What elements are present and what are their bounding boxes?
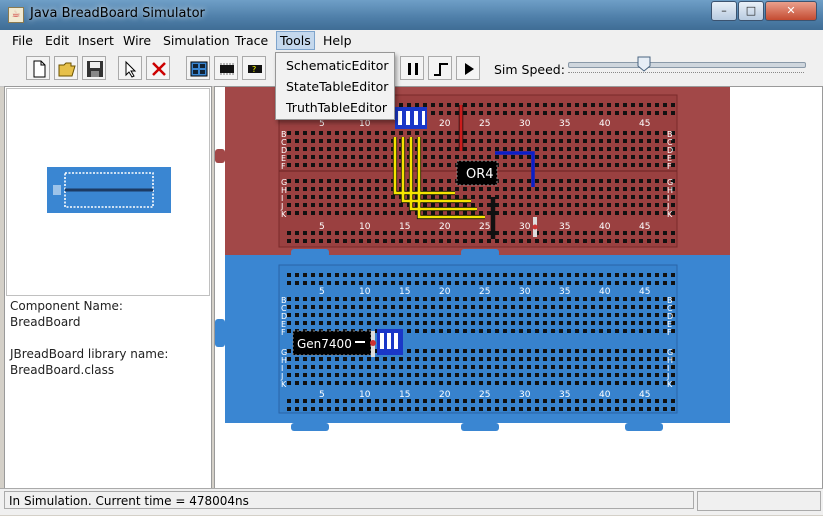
row-letter: F: [281, 328, 286, 337]
play-icon[interactable]: [456, 56, 480, 80]
column-number: 15: [399, 222, 410, 232]
save-icon[interactable]: [82, 56, 106, 80]
column-number: 30: [519, 287, 531, 297]
column-number: 35: [559, 287, 570, 297]
column-number: 10: [359, 119, 371, 129]
menu-file[interactable]: File: [9, 33, 36, 48]
sim-speed-slider[interactable]: [568, 62, 806, 68]
column-number: 40: [599, 287, 611, 297]
column-number: 40: [599, 119, 611, 129]
column-number: 45: [639, 287, 650, 297]
title-bar: ☕ Java BreadBoard Simulator – □ ✕: [0, 0, 823, 30]
column-number: 25: [479, 222, 490, 232]
column-number: 10: [359, 222, 371, 232]
java-app-icon: ☕: [8, 7, 24, 23]
column-number: 20: [439, 119, 451, 129]
sim-speed-slider-thumb[interactable]: [637, 56, 651, 72]
column-number: 45: [639, 390, 650, 400]
menu-bar: File Edit Insert Wire Simulation Trace T…: [0, 30, 823, 52]
column-number: 20: [439, 222, 451, 232]
menu-simulation[interactable]: Simulation: [160, 33, 233, 48]
tools-menu-dropdown: SchematicEditor StateTableEditor TruthTa…: [275, 52, 395, 120]
chip-help-icon[interactable]: ?: [242, 56, 266, 80]
select-arrow-icon[interactable]: [118, 56, 142, 80]
column-number: 35: [559, 222, 570, 232]
row-letter: F: [281, 162, 286, 171]
column-number: 5: [319, 222, 325, 232]
component-name-label: Component Name:: [10, 299, 123, 313]
menu-edit[interactable]: Edit: [42, 33, 72, 48]
new-file-icon[interactable]: [26, 56, 50, 80]
row-letter: K: [281, 380, 287, 389]
gen7400-chip-label: Gen7400: [297, 337, 352, 351]
menu-tools[interactable]: Tools: [276, 31, 315, 50]
row-letter: K: [667, 210, 673, 219]
column-number: 15: [399, 390, 410, 400]
column-number: 25: [479, 390, 490, 400]
column-number: 45: [639, 222, 650, 232]
maximize-button[interactable]: □: [738, 1, 764, 21]
delete-icon[interactable]: [146, 56, 170, 80]
step-icon[interactable]: [428, 56, 452, 80]
column-number: 5: [319, 119, 325, 129]
breadboard-canvas[interactable]: 5510101515202025253030353540404545BBCCDD…: [214, 86, 823, 490]
column-number: 5: [319, 287, 325, 297]
or4-chip-label: OR4: [466, 167, 494, 182]
dip-switch-upper[interactable]: [395, 107, 427, 129]
component-name-value: BreadBoard: [10, 315, 81, 329]
status-extra-panel: [697, 491, 821, 511]
column-number: 40: [599, 222, 611, 232]
column-number: 15: [399, 287, 410, 297]
column-number: 20: [439, 390, 451, 400]
column-number: 5: [319, 390, 325, 400]
breadboard-preview: [6, 88, 210, 296]
menu-item-state-table-editor[interactable]: StateTableEditor: [286, 79, 388, 94]
pause-icon[interactable]: [400, 56, 424, 80]
menu-item-schematic-editor[interactable]: SchematicEditor: [286, 58, 389, 73]
column-number: 30: [519, 390, 531, 400]
close-button[interactable]: ✕: [765, 1, 817, 21]
column-number: 30: [519, 222, 531, 232]
breadboard-icon[interactable]: [186, 56, 210, 80]
row-letter: K: [667, 380, 673, 389]
column-number: 30: [519, 119, 531, 129]
menu-wire[interactable]: Wire: [120, 33, 154, 48]
row-letter: K: [281, 210, 287, 219]
status-text: In Simulation. Current time = 478004ns: [4, 491, 694, 509]
menu-insert[interactable]: Insert: [75, 33, 117, 48]
column-number: 25: [479, 287, 490, 297]
menu-item-truth-table-editor[interactable]: TruthTableEditor: [286, 100, 387, 115]
column-number: 45: [639, 119, 650, 129]
library-name-label: JBreadBoard library name:: [10, 347, 169, 361]
column-number: 35: [559, 390, 570, 400]
menu-trace[interactable]: Trace: [232, 33, 271, 48]
dip-switch-lower[interactable]: [377, 329, 403, 355]
menu-help[interactable]: Help: [320, 33, 355, 48]
open-folder-icon[interactable]: [54, 56, 78, 80]
column-number: 40: [599, 390, 611, 400]
column-number: 20: [439, 287, 451, 297]
row-letter: F: [667, 162, 672, 171]
minimize-button[interactable]: –: [711, 1, 737, 21]
status-bar: In Simulation. Current time = 478004ns: [0, 488, 823, 515]
sim-speed-label: Sim Speed:: [494, 62, 565, 77]
chip-icon[interactable]: [214, 56, 238, 80]
library-name-value: BreadBoard.class: [10, 363, 115, 377]
svg-text:?: ?: [252, 65, 256, 74]
column-number: 10: [359, 287, 371, 297]
column-number: 10: [359, 390, 371, 400]
window-title: Java BreadBoard Simulator: [30, 6, 205, 21]
sim-speed-ticks: [568, 72, 804, 77]
column-number: 25: [479, 119, 490, 129]
row-letter: F: [667, 328, 672, 337]
column-number: 35: [559, 119, 570, 129]
toolbar: ? Sim Speed:: [0, 52, 823, 87]
